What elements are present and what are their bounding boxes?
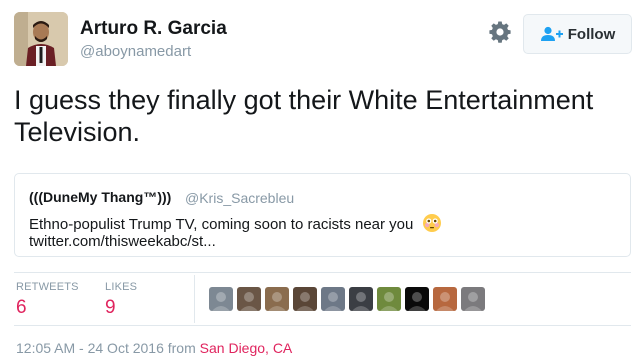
location-link[interactable]: San Diego, CA	[200, 340, 293, 356]
quoted-user-handle: @Kris_Sacrebleu	[185, 190, 295, 206]
retweets-count[interactable]: 6	[16, 297, 27, 319]
stats-bottom-divider	[14, 325, 631, 326]
stats-separator	[194, 275, 195, 323]
quoted-tweet[interactable]: (((DuneMy Thang™))) @Kris_Sacrebleu Ethn…	[14, 173, 631, 257]
quoted-tweet-text: Ethno-populist Trump TV, coming soon to …	[29, 216, 414, 233]
retweets-label: RETWEETS	[16, 281, 79, 293]
flushed-face-emoji-icon	[422, 213, 442, 233]
timestamp-text[interactable]: 12:05 AM - 24 Oct 2016 from	[16, 340, 200, 356]
liker-avatar-icon[interactable]	[209, 287, 233, 311]
likes-label: LIKES	[105, 281, 138, 293]
tweet-header: Arturo R. Garcia @aboynamedart Follow	[14, 12, 634, 68]
tweet-text: I guess they finally got their White Ent…	[14, 85, 594, 147]
likes-count[interactable]: 9	[105, 297, 116, 319]
quoted-tweet-link[interactable]: twitter.com/thisweekabc/st...	[29, 233, 216, 250]
liker-avatar-icon[interactable]	[461, 287, 485, 311]
liker-avatar-icon[interactable]	[377, 287, 401, 311]
add-person-icon	[540, 26, 564, 42]
follow-button[interactable]: Follow	[523, 14, 632, 54]
liker-avatar-icon[interactable]	[293, 287, 317, 311]
liker-avatar-icon[interactable]	[433, 287, 457, 311]
user-handle[interactable]: @aboynamedart	[80, 43, 191, 60]
stats-top-divider	[14, 272, 631, 273]
liker-avatar-icon[interactable]	[237, 287, 261, 311]
gear-icon[interactable]	[488, 20, 512, 44]
liker-avatar-icon[interactable]	[321, 287, 345, 311]
quoted-tweet-text-line: Ethno-populist Trump TV, coming soon to …	[29, 213, 442, 233]
liker-avatars	[209, 287, 485, 311]
tweet-timestamp: 12:05 AM - 24 Oct 2016 from San Diego, C…	[16, 340, 292, 356]
liker-avatar-icon[interactable]	[349, 287, 373, 311]
user-avatar[interactable]	[14, 12, 68, 66]
user-name[interactable]: Arturo R. Garcia	[80, 18, 227, 40]
liker-avatar-icon[interactable]	[265, 287, 289, 311]
follow-label: Follow	[567, 25, 616, 43]
liker-avatar-icon[interactable]	[405, 287, 429, 311]
quoted-user-name: (((DuneMy Thang™)))	[29, 189, 172, 205]
